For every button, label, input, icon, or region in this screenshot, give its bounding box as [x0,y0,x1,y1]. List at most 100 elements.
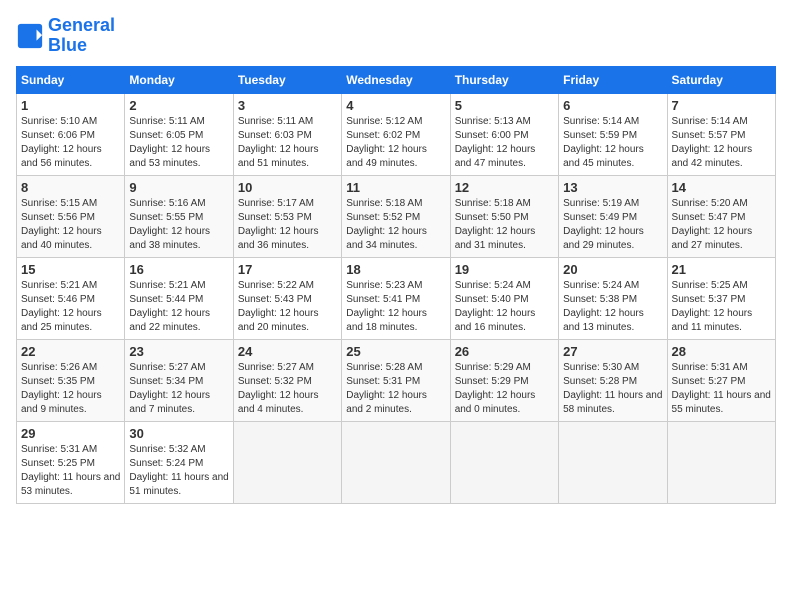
header-saturday: Saturday [667,66,775,93]
day-info: Sunrise: 5:14 AM Sunset: 5:59 PM Dayligh… [563,115,662,171]
day-number: 2 [129,98,228,113]
calendar-cell: 22 Sunrise: 5:26 AM Sunset: 5:35 PM Dayl… [17,339,125,421]
calendar-cell: 20 Sunrise: 5:24 AM Sunset: 5:38 PM Dayl… [559,257,667,339]
day-info: Sunrise: 5:18 AM Sunset: 5:50 PM Dayligh… [455,197,554,253]
header-sunday: Sunday [17,66,125,93]
day-number: 9 [129,180,228,195]
day-number: 6 [563,98,662,113]
calendar-cell: 24 Sunrise: 5:27 AM Sunset: 5:32 PM Dayl… [233,339,341,421]
day-info: Sunrise: 5:30 AM Sunset: 5:28 PM Dayligh… [563,361,662,417]
day-info: Sunrise: 5:31 AM Sunset: 5:27 PM Dayligh… [672,361,771,417]
calendar-cell [233,421,341,503]
logo-icon [16,22,44,50]
calendar-cell: 30 Sunrise: 5:32 AM Sunset: 5:24 PM Dayl… [125,421,233,503]
day-number: 17 [238,262,337,277]
day-number: 15 [21,262,120,277]
calendar-cell: 6 Sunrise: 5:14 AM Sunset: 5:59 PM Dayli… [559,93,667,175]
calendar-week-row: 29 Sunrise: 5:31 AM Sunset: 5:25 PM Dayl… [17,421,776,503]
calendar-cell: 9 Sunrise: 5:16 AM Sunset: 5:55 PM Dayli… [125,175,233,257]
calendar-cell: 27 Sunrise: 5:30 AM Sunset: 5:28 PM Dayl… [559,339,667,421]
header-friday: Friday [559,66,667,93]
calendar-week-row: 1 Sunrise: 5:10 AM Sunset: 6:06 PM Dayli… [17,93,776,175]
day-info: Sunrise: 5:26 AM Sunset: 5:35 PM Dayligh… [21,361,120,417]
day-number: 12 [455,180,554,195]
day-number: 24 [238,344,337,359]
day-number: 4 [346,98,445,113]
day-info: Sunrise: 5:13 AM Sunset: 6:00 PM Dayligh… [455,115,554,171]
header-monday: Monday [125,66,233,93]
day-info: Sunrise: 5:21 AM Sunset: 5:46 PM Dayligh… [21,279,120,335]
calendar-cell: 23 Sunrise: 5:27 AM Sunset: 5:34 PM Dayl… [125,339,233,421]
day-info: Sunrise: 5:10 AM Sunset: 6:06 PM Dayligh… [21,115,120,171]
calendar-cell [342,421,450,503]
day-info: Sunrise: 5:32 AM Sunset: 5:24 PM Dayligh… [129,443,228,499]
day-number: 14 [672,180,771,195]
day-info: Sunrise: 5:27 AM Sunset: 5:32 PM Dayligh… [238,361,337,417]
day-info: Sunrise: 5:22 AM Sunset: 5:43 PM Dayligh… [238,279,337,335]
day-number: 27 [563,344,662,359]
calendar-cell: 13 Sunrise: 5:19 AM Sunset: 5:49 PM Dayl… [559,175,667,257]
day-info: Sunrise: 5:14 AM Sunset: 5:57 PM Dayligh… [672,115,771,171]
day-number: 3 [238,98,337,113]
day-info: Sunrise: 5:24 AM Sunset: 5:38 PM Dayligh… [563,279,662,335]
day-info: Sunrise: 5:18 AM Sunset: 5:52 PM Dayligh… [346,197,445,253]
calendar-cell: 5 Sunrise: 5:13 AM Sunset: 6:00 PM Dayli… [450,93,558,175]
day-info: Sunrise: 5:11 AM Sunset: 6:03 PM Dayligh… [238,115,337,171]
day-number: 13 [563,180,662,195]
day-info: Sunrise: 5:29 AM Sunset: 5:29 PM Dayligh… [455,361,554,417]
calendar-cell: 7 Sunrise: 5:14 AM Sunset: 5:57 PM Dayli… [667,93,775,175]
day-number: 21 [672,262,771,277]
header-tuesday: Tuesday [233,66,341,93]
calendar-cell: 1 Sunrise: 5:10 AM Sunset: 6:06 PM Dayli… [17,93,125,175]
day-info: Sunrise: 5:17 AM Sunset: 5:53 PM Dayligh… [238,197,337,253]
calendar-cell [450,421,558,503]
weekday-header-row: Sunday Monday Tuesday Wednesday Thursday… [17,66,776,93]
day-number: 8 [21,180,120,195]
day-info: Sunrise: 5:23 AM Sunset: 5:41 PM Dayligh… [346,279,445,335]
calendar-week-row: 15 Sunrise: 5:21 AM Sunset: 5:46 PM Dayl… [17,257,776,339]
calendar-cell: 3 Sunrise: 5:11 AM Sunset: 6:03 PM Dayli… [233,93,341,175]
calendar-cell: 8 Sunrise: 5:15 AM Sunset: 5:56 PM Dayli… [17,175,125,257]
calendar-cell: 17 Sunrise: 5:22 AM Sunset: 5:43 PM Dayl… [233,257,341,339]
day-number: 10 [238,180,337,195]
calendar-table: Sunday Monday Tuesday Wednesday Thursday… [16,66,776,504]
logo-text: General Blue [48,16,115,56]
day-info: Sunrise: 5:11 AM Sunset: 6:05 PM Dayligh… [129,115,228,171]
day-info: Sunrise: 5:21 AM Sunset: 5:44 PM Dayligh… [129,279,228,335]
day-number: 11 [346,180,445,195]
calendar-cell: 16 Sunrise: 5:21 AM Sunset: 5:44 PM Dayl… [125,257,233,339]
day-number: 19 [455,262,554,277]
day-number: 22 [21,344,120,359]
day-number: 1 [21,98,120,113]
day-info: Sunrise: 5:24 AM Sunset: 5:40 PM Dayligh… [455,279,554,335]
day-info: Sunrise: 5:16 AM Sunset: 5:55 PM Dayligh… [129,197,228,253]
day-number: 29 [21,426,120,441]
header-wednesday: Wednesday [342,66,450,93]
day-number: 30 [129,426,228,441]
day-number: 20 [563,262,662,277]
page-header: General Blue [16,16,776,56]
day-number: 26 [455,344,554,359]
logo: General Blue [16,16,115,56]
calendar-cell: 14 Sunrise: 5:20 AM Sunset: 5:47 PM Dayl… [667,175,775,257]
day-number: 28 [672,344,771,359]
day-number: 25 [346,344,445,359]
calendar-cell [667,421,775,503]
day-number: 7 [672,98,771,113]
day-number: 16 [129,262,228,277]
calendar-cell: 18 Sunrise: 5:23 AM Sunset: 5:41 PM Dayl… [342,257,450,339]
calendar-cell: 11 Sunrise: 5:18 AM Sunset: 5:52 PM Dayl… [342,175,450,257]
calendar-week-row: 8 Sunrise: 5:15 AM Sunset: 5:56 PM Dayli… [17,175,776,257]
calendar-cell: 25 Sunrise: 5:28 AM Sunset: 5:31 PM Dayl… [342,339,450,421]
calendar-cell: 10 Sunrise: 5:17 AM Sunset: 5:53 PM Dayl… [233,175,341,257]
day-info: Sunrise: 5:15 AM Sunset: 5:56 PM Dayligh… [21,197,120,253]
day-number: 18 [346,262,445,277]
calendar-cell: 21 Sunrise: 5:25 AM Sunset: 5:37 PM Dayl… [667,257,775,339]
calendar-cell [559,421,667,503]
calendar-cell: 12 Sunrise: 5:18 AM Sunset: 5:50 PM Dayl… [450,175,558,257]
day-number: 23 [129,344,228,359]
day-number: 5 [455,98,554,113]
calendar-cell: 26 Sunrise: 5:29 AM Sunset: 5:29 PM Dayl… [450,339,558,421]
header-thursday: Thursday [450,66,558,93]
day-info: Sunrise: 5:31 AM Sunset: 5:25 PM Dayligh… [21,443,120,499]
